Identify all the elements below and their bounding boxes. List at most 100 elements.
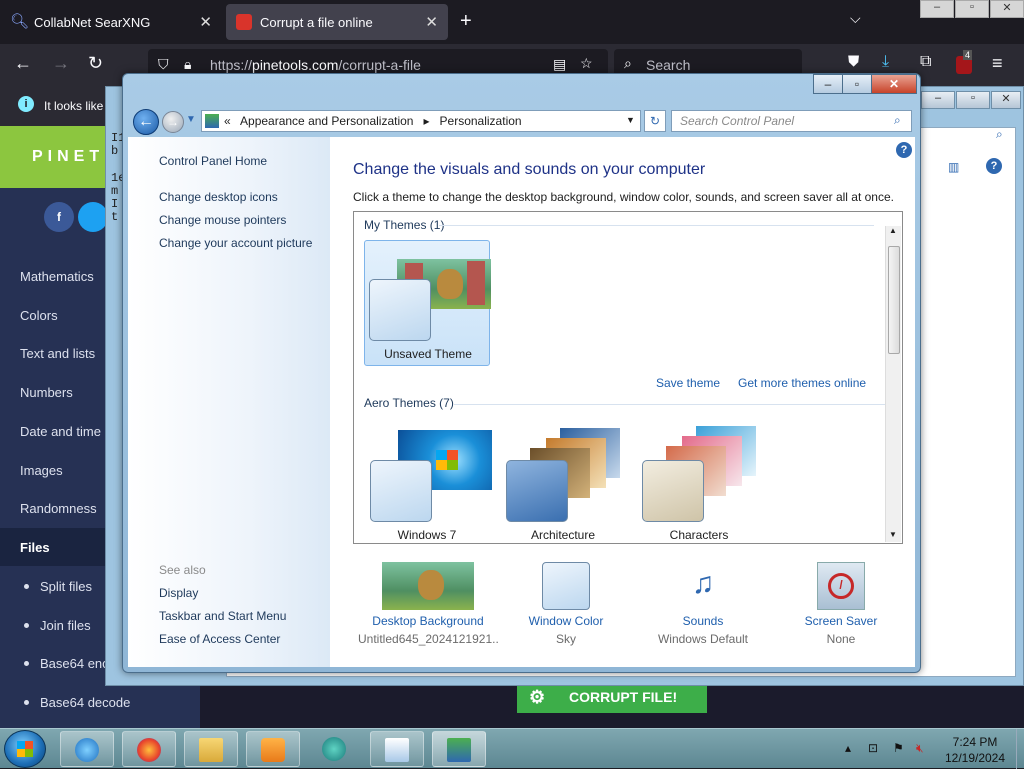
maximize-icon[interactable]: ▫ xyxy=(955,0,989,18)
close-tab-icon[interactable]: ✕ xyxy=(425,13,438,31)
layout-icon[interactable]: ▥ xyxy=(948,160,959,174)
close-window-icon[interactable]: ✕ xyxy=(990,0,1024,18)
reader-view-icon[interactable]: ▤ xyxy=(553,56,566,73)
chevron-down-icon[interactable]: ⌵ xyxy=(850,10,861,27)
tab-searxng[interactable]: 🔍︎ CollabNet SearXNG ✕ xyxy=(0,4,222,40)
taskbar-firefox[interactable] xyxy=(122,731,176,767)
nav-base64-decode[interactable]: Base64 decode xyxy=(40,695,130,710)
nav-images[interactable]: Images xyxy=(20,463,63,478)
save-theme-link[interactable]: Save theme xyxy=(656,376,720,390)
refresh-icon[interactable]: ↻ xyxy=(644,110,666,132)
scrollbar-thumb[interactable] xyxy=(888,246,900,354)
breadcrumb-overflow[interactable]: « xyxy=(224,114,237,128)
url-prefix: https:// xyxy=(210,57,253,73)
search-icon[interactable]: ⌕ xyxy=(894,113,901,128)
bookmark-star-icon[interactable]: ☆ xyxy=(580,55,593,72)
network-icon[interactable]: ⊡ xyxy=(868,741,878,755)
corrupt-file-button[interactable]: ⚙ CORRUPT FILE! xyxy=(517,683,707,713)
maximize-icon[interactable]: ▫ xyxy=(842,74,872,94)
forward-arrow-icon[interactable]: → xyxy=(162,111,184,133)
get-more-themes-link[interactable]: Get more themes online xyxy=(738,376,866,390)
theme-unsaved[interactable]: Unsaved Theme xyxy=(364,240,491,366)
desktop-background-setting[interactable]: Desktop Background Untitled645_202412192… xyxy=(358,562,498,646)
theme-characters[interactable]: Characters xyxy=(636,420,762,546)
search-icon[interactable]: ⌕ xyxy=(996,127,1003,142)
close-window-icon[interactable]: ✕ xyxy=(871,74,917,94)
taskbar-media-player[interactable] xyxy=(246,731,300,767)
change-desktop-icons-link[interactable]: Change desktop icons xyxy=(159,190,278,204)
gallery-scrollbar[interactable]: ▲ ▼ xyxy=(885,226,901,542)
taskbar-notepad[interactable] xyxy=(370,731,424,767)
action-center-flag-icon[interactable]: ⚑ xyxy=(893,741,904,755)
minimize-icon[interactable]: – xyxy=(920,0,954,18)
theme-windows-7[interactable]: Windows 7 xyxy=(364,420,492,546)
minimize-icon[interactable]: – xyxy=(921,91,955,109)
breadcrumb-personalization[interactable]: Personalization xyxy=(440,114,522,128)
divider xyxy=(439,225,874,226)
nav-split-files[interactable]: Split files xyxy=(40,579,92,594)
help-icon[interactable]: ? xyxy=(986,158,1002,174)
close-window-icon[interactable]: ✕ xyxy=(991,91,1021,109)
volume-muted-icon[interactable]: 🔇︎ xyxy=(916,741,924,756)
reload-icon[interactable]: ↻ xyxy=(88,53,103,74)
close-tab-icon[interactable]: ✕ xyxy=(199,13,212,31)
extensions-icon[interactable]: ⧉ xyxy=(920,53,931,71)
minimize-icon[interactable]: – xyxy=(813,74,843,94)
scroll-up-icon[interactable]: ▲ xyxy=(889,226,897,235)
control-panel-search-input[interactable]: Search Control Panel ⌕ xyxy=(671,110,912,132)
new-tab-icon[interactable]: + xyxy=(460,10,472,33)
show-hidden-icons[interactable]: ▴ xyxy=(845,741,851,755)
aero-themes-label: Aero Themes (7) xyxy=(364,396,454,410)
nav-numbers[interactable]: Numbers xyxy=(20,385,73,400)
taskbar-explorer[interactable] xyxy=(184,731,238,767)
window-color-swatch xyxy=(506,460,568,522)
breadcrumb-separator-icon[interactable]: ▸ xyxy=(417,114,436,128)
taskbar-control-panel[interactable] xyxy=(432,731,486,767)
scroll-down-icon[interactable]: ▼ xyxy=(889,530,897,539)
desktop-background-value: Untitled645_2024121921... xyxy=(358,632,498,646)
maximize-icon[interactable]: ▫ xyxy=(956,91,990,109)
help-icon[interactable]: ? xyxy=(896,142,912,158)
taskbar-app[interactable] xyxy=(308,731,362,767)
clock[interactable]: 7:24 PM 12/19/2024 xyxy=(935,734,1015,766)
change-account-picture-link[interactable]: Change your account picture xyxy=(159,236,312,250)
nav-join-files[interactable]: Join files xyxy=(40,618,91,633)
window-color-setting[interactable]: Window Color Sky xyxy=(496,562,636,646)
address-bar[interactable]: « Appearance and Personalization ▸ Perso… xyxy=(201,110,641,132)
sounds-setting[interactable]: ♫ Sounds Windows Default xyxy=(633,562,773,646)
control-panel-home-link[interactable]: Control Panel Home xyxy=(159,154,267,168)
tab-corrupt-file[interactable]: Corrupt a file online ✕ xyxy=(226,4,448,40)
screen-saver-setting[interactable]: / Screen Saver None xyxy=(771,562,911,646)
taskbar-start-menu-link[interactable]: Taskbar and Start Menu xyxy=(159,609,286,623)
nav-files[interactable]: Files xyxy=(20,540,50,555)
nav-mathematics[interactable]: Mathematics xyxy=(20,269,94,284)
facebook-icon[interactable]: f xyxy=(44,202,74,232)
twitter-icon[interactable] xyxy=(78,202,108,232)
bullet-icon xyxy=(24,623,29,628)
nav-date-and-time[interactable]: Date and time xyxy=(20,424,101,439)
taskbar-internet-explorer[interactable] xyxy=(60,731,114,767)
theme-name: Unsaved Theme xyxy=(384,347,472,361)
show-desktop-button[interactable] xyxy=(1016,729,1024,769)
back-arrow-icon[interactable]: ← xyxy=(14,53,32,74)
theme-architecture[interactable]: Architecture xyxy=(500,420,626,546)
nav-randomness[interactable]: Randomness xyxy=(20,501,97,516)
back-arrow-icon[interactable]: ← xyxy=(133,109,159,135)
nav-colors[interactable]: Colors xyxy=(20,308,58,323)
window-color-swatch xyxy=(369,279,431,341)
ease-of-access-link[interactable]: Ease of Access Center xyxy=(159,632,280,646)
change-mouse-pointers-link[interactable]: Change mouse pointers xyxy=(159,213,286,227)
display-link[interactable]: Display xyxy=(159,586,198,600)
forward-arrow-icon[interactable]: → xyxy=(52,53,70,74)
address-dropdown-icon[interactable]: ▼ xyxy=(626,115,635,125)
media-player-icon xyxy=(261,738,285,762)
recent-pages-chevron-icon[interactable]: ▼ xyxy=(186,114,196,125)
nav-text-and-lists[interactable]: Text and lists xyxy=(20,346,95,361)
download-icon[interactable]: ⤓ xyxy=(882,53,889,71)
pocket-icon[interactable]: ⛊ xyxy=(848,53,859,70)
control-panel-main-pane: ? Change the visuals and sounds on your … xyxy=(330,137,915,667)
breadcrumb-appearance[interactable]: Appearance and Personalization xyxy=(240,114,413,128)
menu-icon[interactable]: ≡ xyxy=(992,53,1003,74)
start-button[interactable] xyxy=(4,730,46,768)
shield-icon: ⛉ xyxy=(158,56,169,72)
